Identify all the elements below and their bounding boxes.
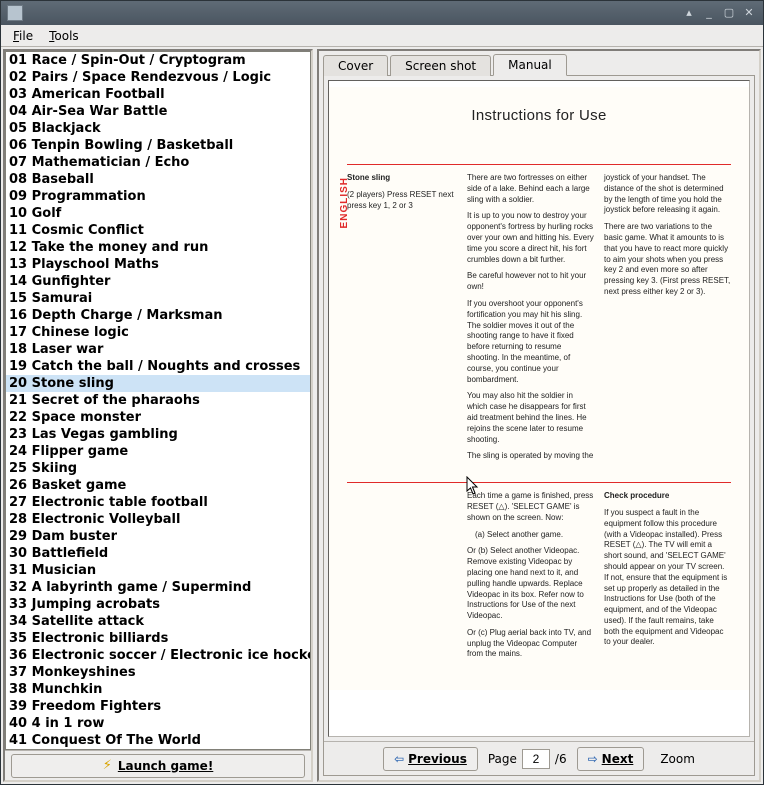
list-item[interactable]: 06 Tenpin Bowling / Basketball [6, 137, 310, 154]
page-input[interactable] [522, 749, 550, 769]
list-item[interactable]: 11 Cosmic Conflict [6, 222, 310, 239]
menubar: File Tools [1, 25, 763, 47]
page-label: Page [488, 752, 517, 766]
game-list[interactable]: 01 Race / Spin-Out / Cryptogram02 Pairs … [6, 52, 310, 749]
list-item[interactable]: 13 Playschool Maths [6, 256, 310, 273]
list-item[interactable]: 39 Freedom Fighters [6, 698, 310, 715]
list-item[interactable]: 35 Electronic billiards [6, 630, 310, 647]
tab-cover[interactable]: Cover [323, 55, 388, 76]
minimize-button[interactable]: _ [701, 5, 717, 21]
zoom-label: Zoom [660, 752, 695, 766]
list-item[interactable]: 25 Skiing [6, 460, 310, 477]
page-nav: ⇦ Previous Page /6 ⇨ Next Zoom [324, 741, 754, 775]
rule-icon [347, 482, 731, 483]
list-item[interactable]: 02 Pairs / Space Rendezvous / Logic [6, 69, 310, 86]
lightning-icon: ⚡ [103, 758, 112, 773]
previous-button[interactable]: ⇦ Previous [383, 747, 478, 771]
manual-viewport[interactable]: Instructions for Use ENGLISH Stone sling… [328, 80, 750, 737]
launch-game-button[interactable]: ⚡ Launch game! [11, 754, 305, 778]
list-item[interactable]: 04 Air-Sea War Battle [6, 103, 310, 120]
list-item[interactable]: 34 Satellite attack [6, 613, 310, 630]
list-item[interactable]: 24 Flipper game [6, 443, 310, 460]
rule-icon [347, 164, 731, 165]
arrow-left-icon: ⇦ [394, 752, 404, 766]
list-item[interactable]: 12 Take the money and run [6, 239, 310, 256]
list-item[interactable]: 21 Secret of the pharaohs [6, 392, 310, 409]
list-item[interactable]: 07 Mathematician / Echo [6, 154, 310, 171]
list-item[interactable]: 29 Dam buster [6, 528, 310, 545]
list-item[interactable]: 16 Depth Charge / Marksman [6, 307, 310, 324]
list-item[interactable]: 33 Jumping acrobats [6, 596, 310, 613]
list-item[interactable]: 26 Basket game [6, 477, 310, 494]
right-pane: Cover Screen shot Manual Instructions fo… [317, 49, 761, 782]
page-control: Page /6 [488, 749, 567, 769]
list-item[interactable]: 10 Golf [6, 205, 310, 222]
list-item[interactable]: 18 Laser war [6, 341, 310, 358]
list-item[interactable]: 09 Programmation [6, 188, 310, 205]
left-pane: 01 Race / Spin-Out / Cryptogram02 Pairs … [3, 49, 313, 782]
list-item[interactable]: 15 Samurai [6, 290, 310, 307]
list-item[interactable]: 20 Stone sling [6, 375, 310, 392]
tab-manual[interactable]: Manual [493, 54, 567, 76]
launch-label: Launch game! [118, 759, 213, 773]
list-item[interactable]: 03 American Football [6, 86, 310, 103]
app-icon [7, 5, 23, 21]
manual-heading: Instructions for Use [347, 107, 731, 124]
english-label: ENGLISH [339, 177, 350, 228]
titlebar: ▴ _ ▢ ✕ [1, 1, 763, 25]
list-item[interactable]: 05 Blackjack [6, 120, 310, 137]
menu-tools[interactable]: Tools [41, 27, 87, 45]
list-item[interactable]: 08 Baseball [6, 171, 310, 188]
manual-page: Instructions for Use ENGLISH Stone sling… [329, 87, 749, 690]
list-item[interactable]: 01 Race / Spin-Out / Cryptogram [6, 52, 310, 69]
list-item[interactable]: 38 Munchkin [6, 681, 310, 698]
list-item[interactable]: 23 Las Vegas gambling [6, 426, 310, 443]
list-item[interactable]: 14 Gunfighter [6, 273, 310, 290]
list-item[interactable]: 40 4 in 1 row [6, 715, 310, 732]
list-item[interactable]: 17 Chinese logic [6, 324, 310, 341]
list-item[interactable]: 30 Battlefield [6, 545, 310, 562]
list-item[interactable]: 28 Electronic Volleyball [6, 511, 310, 528]
tab-screenshot[interactable]: Screen shot [390, 55, 491, 76]
close-button[interactable]: ✕ [741, 5, 757, 21]
rollup-button[interactable]: ▴ [681, 5, 697, 21]
list-item[interactable]: 22 Space monster [6, 409, 310, 426]
maximize-button[interactable]: ▢ [721, 5, 737, 21]
list-item[interactable]: 31 Musician [6, 562, 310, 579]
list-item[interactable]: 19 Catch the ball / Noughts and crosses [6, 358, 310, 375]
list-item[interactable]: 36 Electronic soccer / Electronic ice ho… [6, 647, 310, 664]
list-item[interactable]: 32 A labyrinth game / Supermind [6, 579, 310, 596]
menu-file[interactable]: File [5, 27, 41, 45]
tabs: Cover Screen shot Manual [319, 51, 759, 75]
list-item[interactable]: 41 Conquest Of The World [6, 732, 310, 749]
list-item[interactable]: 37 Monkeyshines [6, 664, 310, 681]
list-item[interactable]: 27 Electronic table football [6, 494, 310, 511]
page-total: /6 [555, 752, 567, 766]
arrow-right-icon: ⇨ [588, 752, 598, 766]
next-button[interactable]: ⇨ Next [577, 747, 645, 771]
